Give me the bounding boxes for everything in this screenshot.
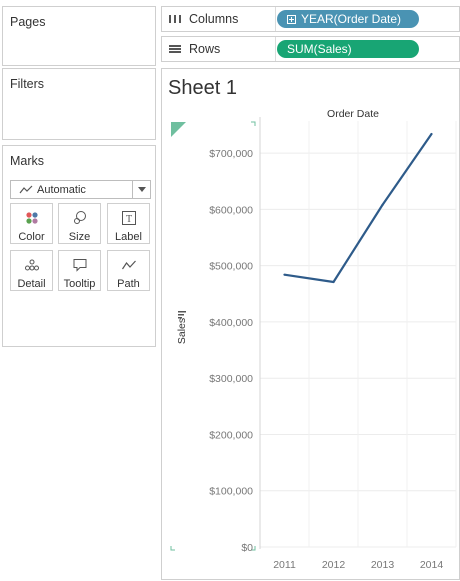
label-button[interactable]: T Label	[107, 203, 150, 244]
y-tick-label: $700,000	[209, 148, 253, 160]
path-button[interactable]: Path	[107, 250, 150, 291]
detail-button[interactable]: Detail	[10, 250, 53, 291]
chevron-down-icon[interactable]	[132, 181, 150, 198]
tooltip-icon	[72, 255, 88, 275]
expand-plus-icon[interactable]	[287, 14, 296, 24]
sales-point	[381, 203, 384, 206]
filters-title: Filters	[10, 77, 45, 91]
sales-point	[430, 132, 433, 136]
color-button[interactable]: Color	[10, 203, 53, 244]
path-label: Path	[117, 278, 140, 290]
view-area[interactable]: Sheet 1 Order Date $0 $100,000 $200,000 $300…	[161, 68, 460, 580]
chart-header-title: Order Date	[327, 108, 379, 120]
marks-panel: Marks Automatic Color Size T Label Detai…	[2, 145, 156, 347]
tooltip-label: Tooltip	[63, 278, 96, 290]
x-tick-label: 2012	[322, 559, 346, 571]
detail-label: Detail	[17, 278, 46, 290]
columns-pill-text: YEAR(Order Date)	[301, 12, 402, 26]
y-tick-label: $100,000	[209, 486, 253, 498]
sort-icon-bar	[178, 317, 182, 319]
columns-icon	[169, 15, 181, 23]
rows-shelf[interactable]: Rows SUM(Sales)	[161, 36, 460, 62]
sales-point	[283, 273, 286, 276]
size-button[interactable]: Size	[58, 203, 101, 244]
corner-marker	[171, 122, 186, 137]
size-icon	[72, 208, 88, 228]
path-icon	[121, 255, 137, 275]
pages-title: Pages	[10, 15, 46, 29]
label-icon: T	[121, 208, 137, 228]
x-tick-label: 2014	[420, 559, 444, 571]
y-tick-label: $0	[241, 542, 253, 554]
sort-icon-bar	[178, 314, 184, 316]
y-axis-label: Sales	[176, 318, 188, 344]
color-label: Color	[18, 231, 45, 243]
crop-mark-top-right	[251, 121, 256, 126]
rows-pill-text: SUM(Sales)	[287, 42, 352, 56]
label-label: Label	[115, 231, 142, 243]
mark-type-dropdown[interactable]: Automatic	[10, 180, 151, 199]
pages-panel[interactable]: Pages	[2, 6, 156, 66]
tooltip-button[interactable]: Tooltip	[58, 250, 101, 291]
rows-icon	[169, 45, 181, 53]
sales-point	[332, 280, 335, 284]
line-mark-icon	[19, 185, 33, 193]
columns-shelf-label: Columns	[162, 7, 276, 31]
y-tick-label: $300,000	[209, 373, 253, 385]
x-tick-label: 2013	[371, 559, 395, 571]
sum-sales-pill[interactable]: SUM(Sales)	[277, 40, 419, 58]
svg-text:T: T	[125, 214, 131, 225]
filters-panel[interactable]: Filters	[2, 68, 156, 140]
line-chart: Order Date $0 $100,000 $200,000 $300,000 $400…	[170, 108, 457, 571]
y-tick-label: $500,000	[209, 261, 253, 273]
columns-label: Columns	[189, 12, 239, 26]
y-tick-label: $400,000	[209, 317, 253, 329]
rows-label: Rows	[189, 42, 221, 56]
x-tick-label: 2011	[273, 559, 296, 571]
color-icon	[24, 208, 40, 228]
marks-title: Marks	[10, 154, 45, 168]
mark-type-value: Automatic	[37, 183, 86, 196]
detail-icon	[24, 255, 40, 275]
y-tick-label: $200,000	[209, 429, 253, 441]
year-order-date-pill[interactable]: YEAR(Order Date)	[277, 10, 419, 28]
y-tick-label: $600,000	[209, 204, 253, 216]
rows-shelf-label: Rows	[162, 37, 276, 61]
sort-icon	[178, 311, 186, 313]
crop-mark-bottom-left	[170, 546, 175, 551]
size-label: Size	[68, 231, 91, 243]
columns-shelf[interactable]: Columns YEAR(Order Date)	[161, 6, 460, 32]
